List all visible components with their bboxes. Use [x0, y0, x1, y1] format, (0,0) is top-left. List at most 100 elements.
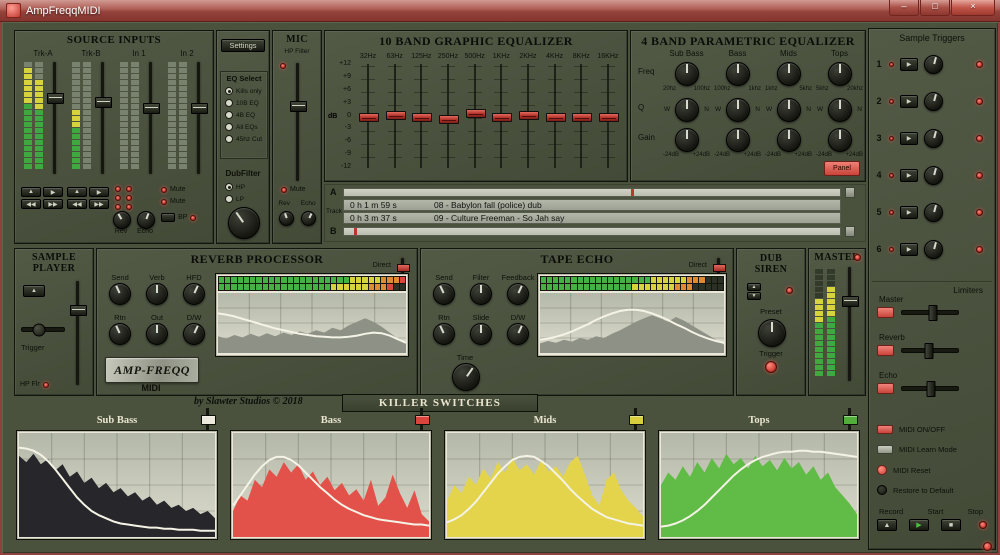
limiter-Master-slider-handle[interactable]: [928, 304, 938, 321]
limiter-Master-button[interactable]: [877, 307, 894, 318]
track-b-position-marker[interactable]: [354, 228, 357, 235]
transport-B-eject[interactable]: ▲: [67, 187, 87, 197]
limiter-Echo-button[interactable]: [877, 383, 894, 394]
freq-knob-Sub Bass[interactable]: [675, 62, 699, 86]
trigger-knob-4[interactable]: [924, 165, 943, 185]
geq-slider-handle[interactable]: [572, 113, 593, 122]
channel-fader-In 2-handle[interactable]: [190, 103, 208, 114]
gain-knob-Sub Bass[interactable]: [675, 128, 699, 152]
channel-fader-In 1[interactable]: [142, 62, 160, 174]
trigger-knob-6[interactable]: [924, 239, 943, 259]
transport-B-play[interactable]: ▶: [89, 187, 109, 197]
mute-toggle-1[interactable]: Mute: [161, 186, 186, 193]
track-a-seek-slider[interactable]: [343, 188, 841, 197]
echo-direct-handle[interactable]: [713, 264, 726, 272]
geq-slider-8KHz[interactable]: [572, 64, 593, 168]
geq-slider-handle[interactable]: [438, 115, 459, 124]
transport-B-forward[interactable]: ▶▶: [89, 199, 109, 209]
close-button[interactable]: ×: [951, 0, 995, 16]
trigger-play-button[interactable]: ▶: [900, 57, 918, 71]
transport-A-eject[interactable]: ▲: [21, 187, 41, 197]
source-led[interactable]: [115, 204, 121, 210]
record-led[interactable]: [979, 521, 987, 529]
trigger-play-button[interactable]: ▶: [900, 168, 918, 182]
radio-icon[interactable]: [225, 123, 233, 131]
source-led[interactable]: [126, 186, 132, 192]
midi-control-1[interactable]: MIDI ON/OFF: [877, 425, 993, 434]
midi-indicator[interactable]: [877, 465, 887, 475]
limiter-Reverb-slider-handle[interactable]: [924, 342, 934, 359]
reverb-knob-Verb[interactable]: [146, 283, 168, 305]
transport-A-play[interactable]: ▶: [43, 187, 63, 197]
trigger-led[interactable]: [889, 61, 894, 67]
sample-hp-led[interactable]: [42, 381, 49, 388]
trigger-knob-5[interactable]: [924, 202, 943, 222]
trigger-led[interactable]: [889, 135, 894, 141]
radio-icon[interactable]: [225, 195, 233, 203]
mute-led[interactable]: [161, 198, 167, 205]
record-button[interactable]: ▲: [877, 519, 897, 531]
channel-fader-Trk-A-handle[interactable]: [46, 93, 64, 104]
trigger-status-led[interactable]: [976, 208, 983, 216]
radio-icon[interactable]: [225, 87, 233, 95]
sample-crossfader[interactable]: [21, 323, 65, 336]
echo-time-knob[interactable]: [452, 363, 480, 391]
mic-led[interactable]: [280, 63, 286, 69]
stop-button[interactable]: ■: [941, 519, 961, 531]
master-fader-handle[interactable]: [841, 296, 859, 307]
source-led[interactable]: [126, 204, 132, 210]
dub-trigger-button[interactable]: [765, 361, 777, 373]
dub-siren-knob[interactable]: [758, 319, 786, 347]
reverb-direct-handle[interactable]: [397, 264, 410, 272]
killer-fader-Tops[interactable]: [843, 408, 858, 432]
trigger-status-led[interactable]: [976, 171, 983, 179]
eq-option-All EQs[interactable]: All EQs: [225, 123, 267, 131]
sample-level-fader-handle[interactable]: [69, 305, 87, 316]
source-led[interactable]: [126, 195, 132, 201]
echo-knob-Slide[interactable]: [470, 323, 492, 345]
geq-slider-handle[interactable]: [492, 113, 513, 122]
trigger-status-led[interactable]: [976, 97, 983, 105]
mute-toggle-2[interactable]: Mute: [161, 198, 186, 205]
limiter-Reverb-slider[interactable]: [901, 342, 959, 359]
q-knob-Bass[interactable]: [726, 98, 750, 122]
sample-eject-button[interactable]: ▲: [23, 285, 45, 297]
limiter-Echo-slider-handle[interactable]: [926, 380, 936, 397]
gain-knob-Tops[interactable]: [828, 128, 852, 152]
geq-slider-handle[interactable]: [465, 109, 486, 118]
mic-fader-handle[interactable]: [289, 101, 307, 112]
geq-slider-63Hz[interactable]: [385, 64, 406, 168]
channel-fader-Trk-B[interactable]: [94, 62, 112, 174]
geq-slider-500Hz[interactable]: [465, 64, 486, 168]
transport-A-forward[interactable]: ▶▶: [43, 199, 63, 209]
killer-fader-Bass[interactable]: [415, 408, 430, 432]
reverb-knob-D/W[interactable]: [183, 323, 205, 345]
bp-toggle[interactable]: BP: [161, 213, 197, 222]
start-button[interactable]: ▶: [909, 519, 929, 531]
mic-fader[interactable]: [289, 63, 307, 181]
echo-knob-Filter[interactable]: [470, 283, 492, 305]
reverb-knob-Out[interactable]: [146, 323, 168, 345]
killer-fader-handle[interactable]: [415, 415, 430, 425]
track-a-end-handle[interactable]: [845, 187, 855, 198]
echo-knob-Feedback[interactable]: [507, 283, 529, 305]
q-knob-Tops[interactable]: [828, 98, 852, 122]
channel-fader-Trk-B-handle[interactable]: [94, 97, 112, 108]
transport-A-rewind[interactable]: ◀◀: [21, 199, 41, 209]
bp-switch[interactable]: [161, 213, 175, 222]
dubfilter-option-HP[interactable]: HP: [225, 183, 245, 191]
bp-led[interactable]: [190, 214, 197, 221]
midi-control-2[interactable]: MIDI Learn Mode: [877, 445, 993, 454]
source-led[interactable]: [115, 195, 121, 201]
trigger-play-button[interactable]: ▶: [900, 205, 918, 219]
trigger-play-button[interactable]: ▶: [900, 242, 918, 256]
mic-mute-led[interactable]: [281, 186, 287, 193]
preset-up-button[interactable]: ▲: [747, 283, 761, 291]
trigger-play-button[interactable]: ▶: [900, 131, 918, 145]
maximize-button[interactable]: □: [920, 0, 950, 16]
geq-slider-handle[interactable]: [385, 111, 406, 120]
mute-led[interactable]: [161, 186, 167, 193]
settings-button[interactable]: Settings: [221, 39, 265, 52]
radio-icon[interactable]: [225, 135, 233, 143]
echo-knob-D/W[interactable]: [507, 323, 529, 345]
